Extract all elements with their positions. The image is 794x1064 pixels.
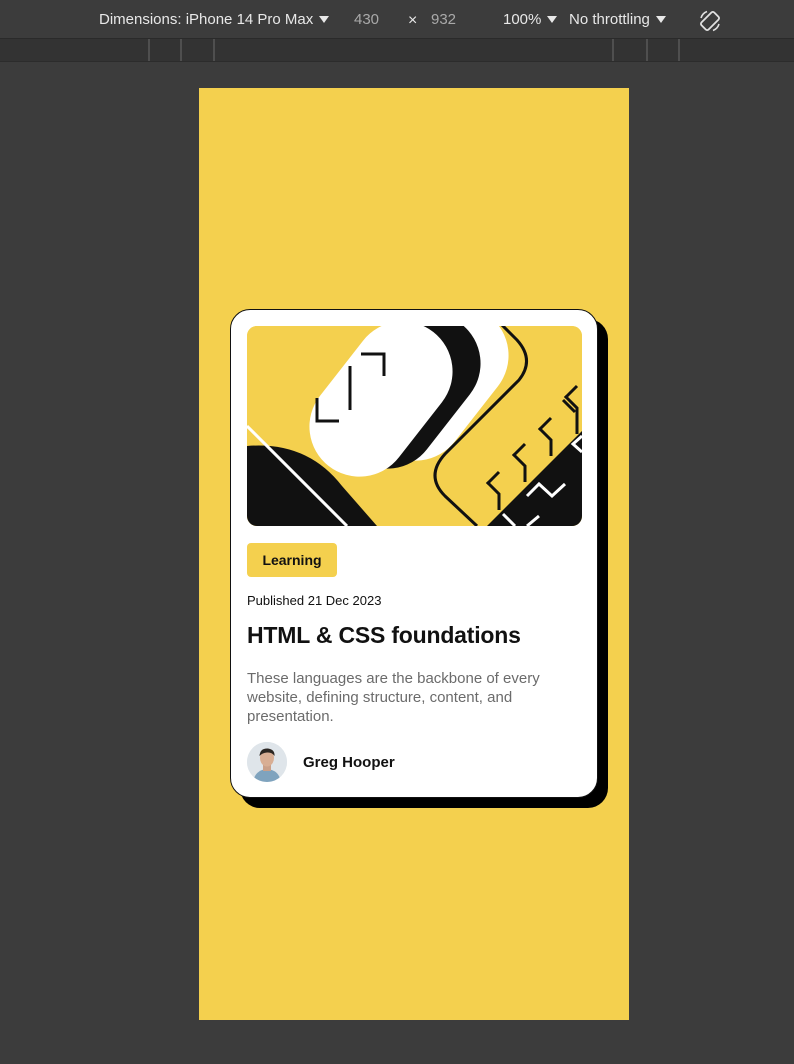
published-date: Published 21 Dec 2023 bbox=[247, 593, 382, 608]
blog-preview-card: Learning Published 21 Dec 2023 HTML & CS… bbox=[230, 309, 598, 798]
throttling-dropdown[interactable]: No throttling bbox=[569, 11, 666, 28]
ruler-tick bbox=[213, 39, 215, 61]
category-tag: Learning bbox=[247, 543, 337, 577]
ruler-tick bbox=[148, 39, 150, 61]
ruler-tick bbox=[612, 39, 614, 61]
device-dimensions-label: Dimensions: iPhone 14 Pro Max bbox=[99, 11, 314, 28]
card-illustration bbox=[247, 326, 582, 526]
rotate-icon[interactable] bbox=[697, 8, 723, 34]
ruler-tick bbox=[678, 39, 680, 61]
throttling-label: No throttling bbox=[569, 11, 650, 28]
caret-down-icon bbox=[655, 16, 666, 23]
zoom-label: 100% bbox=[503, 11, 542, 28]
author: Greg Hooper bbox=[247, 742, 395, 782]
media-query-ruler[interactable] bbox=[0, 39, 794, 62]
caret-down-icon bbox=[319, 16, 330, 23]
caret-down-icon bbox=[547, 16, 558, 23]
card-title[interactable]: HTML & CSS foundations bbox=[247, 622, 521, 649]
author-name: Greg Hooper bbox=[303, 753, 395, 771]
device-dimensions-dropdown[interactable]: Dimensions: iPhone 14 Pro Max bbox=[99, 11, 330, 28]
ruler-tick bbox=[646, 39, 648, 61]
zoom-dropdown[interactable]: 100% bbox=[503, 11, 558, 28]
ruler-tick bbox=[180, 39, 182, 61]
avatar bbox=[247, 742, 287, 782]
times-icon: × bbox=[408, 12, 418, 29]
card-description: These languages are the backbone of ever… bbox=[247, 670, 540, 725]
height-input[interactable]: 932 bbox=[431, 11, 456, 28]
device-viewport: Learning Published 21 Dec 2023 HTML & CS… bbox=[199, 88, 629, 1020]
width-input[interactable]: 430 bbox=[354, 11, 379, 28]
device-toolbar: Dimensions: iPhone 14 Pro Max 430 × 932 … bbox=[0, 0, 794, 39]
